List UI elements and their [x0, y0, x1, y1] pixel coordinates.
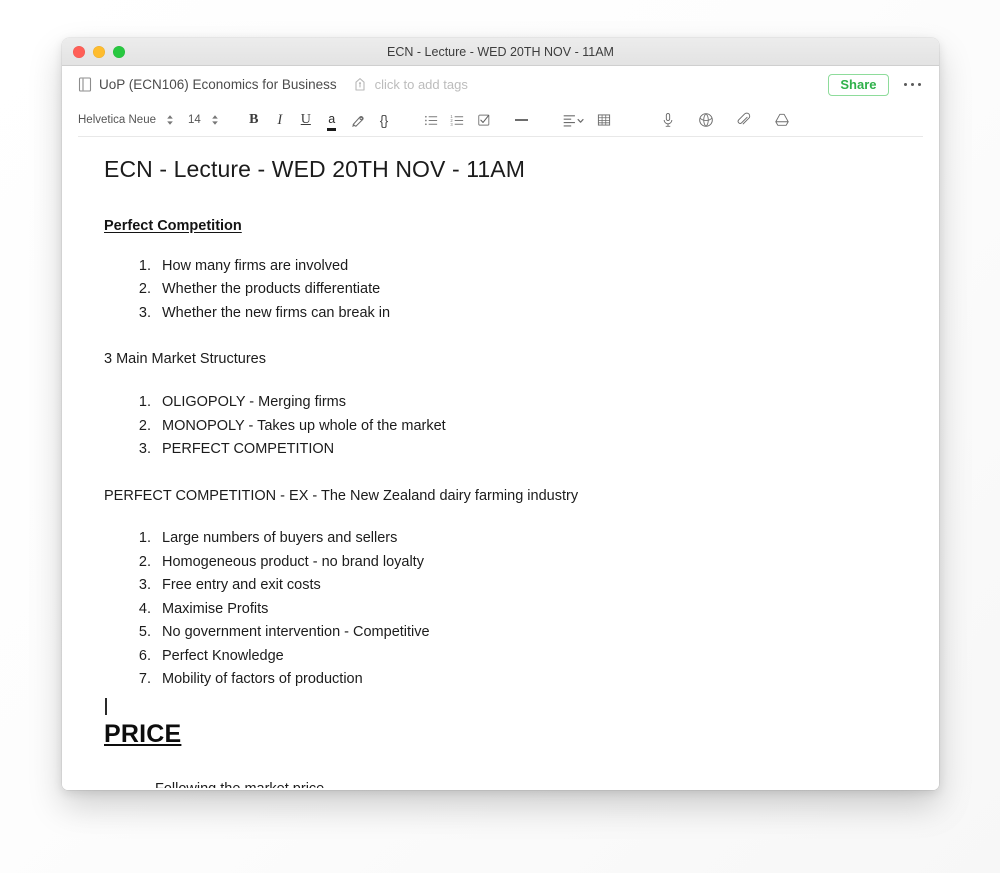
numbered-list-icon[interactable]: 1 2 3 [447, 109, 469, 131]
underline-button[interactable]: U [295, 109, 317, 131]
list-item: Free entry and exit costs [155, 574, 897, 597]
section-heading-perfect-competition: Perfect Competition [104, 217, 242, 234]
bulleted-list-icon[interactable] [421, 109, 443, 131]
highlighter-icon[interactable] [347, 109, 369, 131]
bold-label: B [249, 112, 259, 127]
list-item: Homogeneous product - no brand loyalty [155, 551, 897, 574]
paragraph-market-structures: 3 Main Market Structures [104, 351, 266, 368]
text-color-label: a [327, 112, 337, 131]
more-options-button[interactable] [902, 79, 924, 91]
bold-button[interactable]: B [243, 109, 265, 131]
window-title: ECN - Lecture - WED 20TH NOV - 11AM [387, 45, 614, 59]
note-header-bar: UoP (ECN106) Economics for Business clic… [62, 66, 939, 103]
font-family-selector[interactable]: Helvetica Neue [78, 114, 156, 126]
horizontal-rule-icon[interactable] [511, 109, 533, 131]
italic-label: I [277, 111, 283, 128]
list-item: PERFECT COMPETITION [155, 438, 897, 461]
section-heading-price: PRICE [104, 719, 182, 748]
list-item: MONOPOLY - Takes up whole of the market [155, 415, 897, 438]
list-item: OLIGOPOLY - Merging firms [155, 391, 897, 414]
add-tags-field[interactable]: click to add tags [375, 77, 468, 92]
window-titlebar[interactable]: ECN - Lecture - WED 20TH NOV - 11AM [62, 38, 939, 66]
paperclip-icon[interactable] [733, 109, 755, 131]
list-item: No government intervention - Competitive [155, 621, 897, 644]
text-cursor [105, 697, 107, 715]
numbered-list-one: How many firms are involved Whether the … [104, 255, 897, 325]
empty-line-with-caret[interactable] [104, 697, 897, 718]
list-item: How many firms are involved [155, 255, 897, 278]
text-align-icon[interactable] [559, 109, 589, 131]
list-item: Whether the new firms can break in [155, 302, 897, 325]
list-item: Whether the products differentiate [155, 278, 897, 301]
desktop-background: ECN - Lecture - WED 20TH NOV - 11AM UoP … [0, 0, 1000, 873]
horizontal-rule-glyph [515, 119, 529, 121]
italic-button[interactable]: I [269, 109, 291, 131]
paragraph-perfect-competition-example: PERFECT COMPETITION - EX - The New Zeala… [104, 487, 579, 504]
microphone-icon[interactable] [657, 109, 679, 131]
web-clipper-icon[interactable] [695, 109, 717, 131]
clipped-bottom-line: Following the market price [104, 779, 897, 788]
share-button[interactable]: Share [828, 73, 889, 96]
notebook-name[interactable]: UoP (ECN106) Economics for Business [99, 77, 337, 92]
list-item: Perfect Knowledge [155, 645, 897, 668]
table-icon[interactable] [593, 109, 615, 131]
notebook-icon [78, 77, 92, 92]
list-item: Large numbers of buyers and sellers [155, 527, 897, 550]
checkbox-list-icon[interactable] [473, 109, 495, 131]
code-block-button[interactable]: {} [373, 109, 395, 131]
svg-text:3: 3 [451, 121, 454, 126]
font-family-stepper[interactable] [163, 110, 177, 130]
google-drive-icon[interactable] [771, 109, 793, 131]
numbered-list-two: OLIGOPOLY - Merging firms MONOPOLY - Tak… [104, 391, 897, 461]
font-size-value[interactable]: 14 [188, 114, 201, 126]
list-item: Mobility of factors of production [155, 668, 897, 691]
underline-label: U [300, 112, 311, 127]
note-title[interactable]: ECN - Lecture - WED 20TH NOV - 11AM [104, 155, 897, 185]
text-color-button[interactable]: a [321, 109, 343, 131]
numbered-list-three: Large numbers of buyers and sellers Homo… [104, 527, 897, 691]
evernote-note-window: ECN - Lecture - WED 20TH NOV - 11AM UoP … [62, 38, 939, 790]
note-editor-body[interactable]: ECN - Lecture - WED 20TH NOV - 11AM Perf… [62, 137, 939, 790]
code-block-label: {} [379, 112, 389, 128]
font-size-stepper[interactable] [208, 110, 222, 130]
list-item: Maximise Profits [155, 598, 897, 621]
formatting-toolbar: Helvetica Neue 14 B I U a {} 1 2 3 [62, 103, 939, 137]
tag-icon [353, 77, 367, 92]
